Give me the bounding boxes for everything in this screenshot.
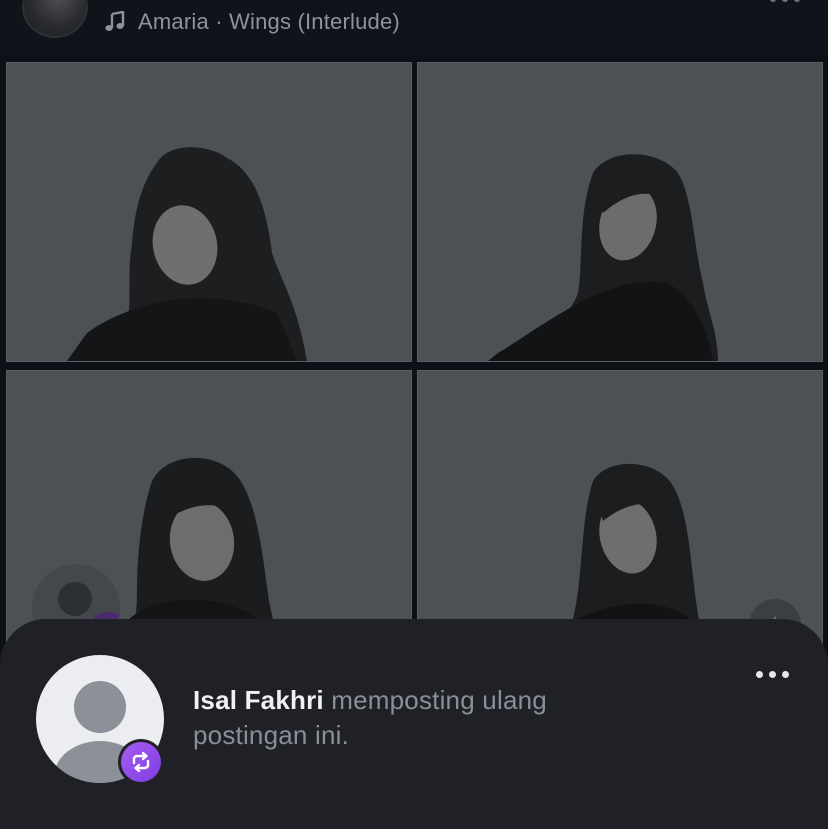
music-note-icon (105, 11, 125, 31)
repost-icon (132, 751, 150, 773)
photo-2[interactable] (417, 62, 823, 362)
music-attribution[interactable]: Amaria · Wings (Interlude) (104, 8, 400, 36)
post-header: Amaria · Wings (Interlude) (0, 0, 828, 56)
music-track-label: Amaria · Wings (Interlude) (138, 9, 400, 34)
author-avatar[interactable] (22, 0, 88, 38)
portrait-image (488, 154, 718, 361)
portrait-image (67, 147, 307, 361)
more-horizontal-icon[interactable] (756, 671, 789, 678)
photo-1[interactable] (6, 62, 412, 362)
repost-notice-sheet: Isal Fakhri memposting ulang postingan i… (0, 619, 828, 829)
repost-message: Isal Fakhri memposting ulang postingan i… (193, 683, 613, 753)
repost-message-line2: postingan ini. (193, 720, 350, 750)
repost-message-line1: memposting ulang (331, 685, 547, 715)
reposter-name[interactable]: Isal Fakhri (193, 685, 324, 715)
repost-badge (118, 739, 164, 785)
post-more-icon[interactable] (770, 0, 800, 2)
